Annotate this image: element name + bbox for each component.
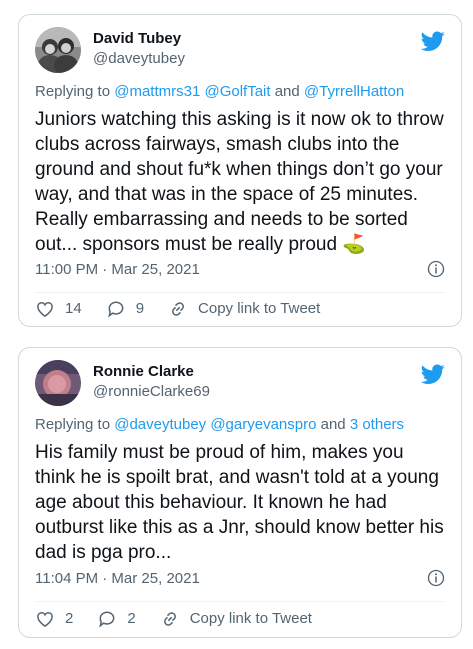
copy-link-label: Copy link to Tweet [198,300,321,317]
info-icon[interactable] [427,260,445,278]
mention-links[interactable]: @daveytubey @garyevanspro [114,416,316,433]
copy-link-button[interactable]: Copy link to Tweet [160,609,312,629]
mention-link[interactable]: @TyrrellHatton [304,83,404,100]
avatar[interactable] [35,360,81,406]
timestamp[interactable]: 11:04 PM · Mar 25, 2021 [35,570,200,587]
info-icon[interactable] [427,569,445,587]
author-handle[interactable]: @ronnieClarke69 [93,383,210,400]
link-icon [163,612,176,626]
tweet-text: Juniors watching this asking is it now o… [35,109,444,255]
replying-to: Replying to @mattmrs31 @GolfTait and @Ty… [35,83,404,100]
tweet-actions: 2 2 Copy link to Tweet [35,606,445,632]
twitter-bird-icon[interactable] [421,362,445,386]
tweet-card[interactable]: Ronnie Clarke @ronnieClarke69 Replying t… [18,347,462,638]
divider [35,292,445,293]
mention-links[interactable]: @mattmrs31 @GolfTait [114,83,270,100]
twitter-bird-icon[interactable] [421,29,445,53]
tweet-card[interactable]: David Tubey @daveytubey Replying to @mat… [18,14,462,327]
copy-link-button[interactable]: Copy link to Tweet [168,299,320,319]
replying-to: Replying to @daveytubey @garyevanspro an… [35,416,404,433]
replying-and: and [316,416,350,433]
like-count: 14 [65,300,82,317]
tweet-actions: 14 9 Copy link to Tweet [35,296,445,322]
link-icon [172,302,184,316]
heart-icon [37,302,53,317]
reply-button[interactable]: 9 [106,299,144,319]
author-name[interactable]: Ronnie Clarke [93,363,194,380]
reply-icon [107,301,124,318]
avatar[interactable] [35,27,81,73]
replying-prefix: Replying to [35,416,115,433]
author-name[interactable]: David Tubey [93,30,181,47]
reply-button[interactable]: 2 [97,609,136,629]
reply-count: 9 [135,300,145,317]
divider [35,601,445,602]
timestamp[interactable]: 11:00 PM · Mar 25, 2021 [35,261,200,278]
reply-icon [99,611,115,628]
like-button[interactable]: 2 [35,609,73,629]
tweet-text: His family must be proud of him, makes y… [35,442,444,563]
heart-icon [37,612,53,627]
like-count: 2 [65,610,74,627]
reply-count: 2 [127,610,136,627]
author-handle[interactable]: @daveytubey [93,50,185,67]
replying-prefix: Replying to [35,83,115,100]
like-button[interactable]: 14 [35,299,82,319]
copy-link-label: Copy link to Tweet [189,610,312,627]
others-link[interactable]: 3 others [350,416,404,433]
replying-and: and [270,83,304,100]
